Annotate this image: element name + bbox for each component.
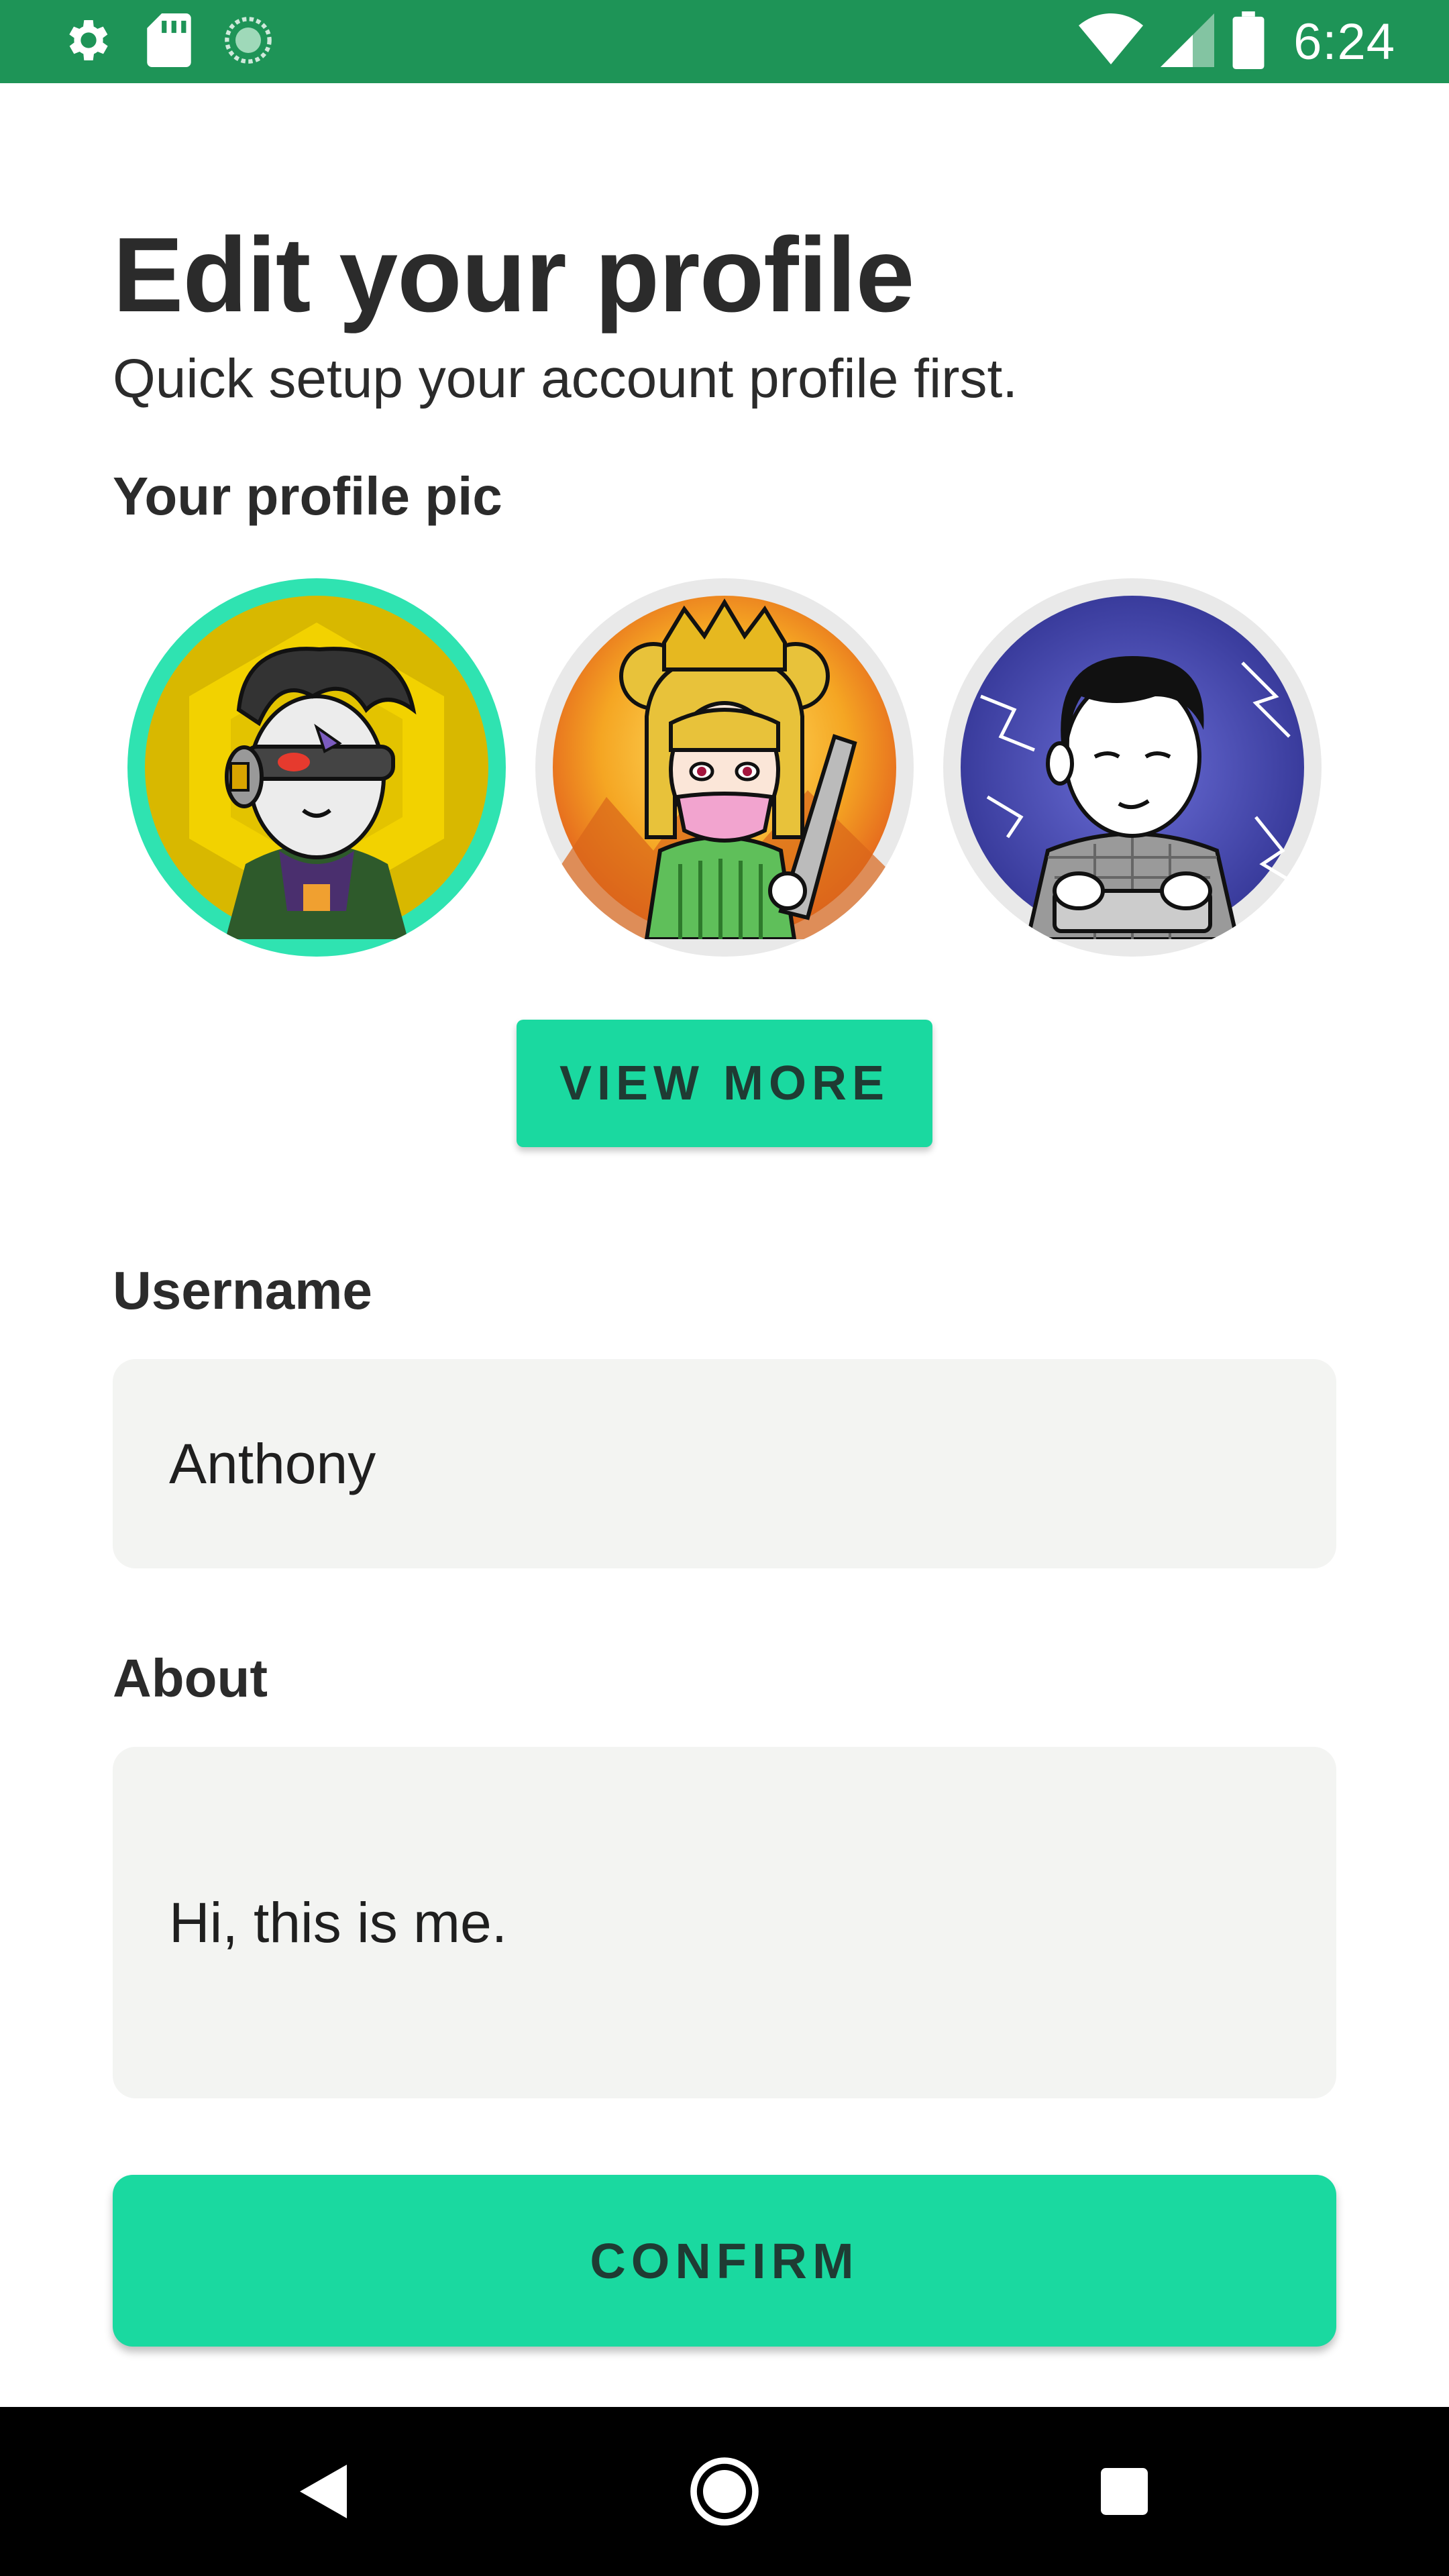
- page-title: Edit your profile: [113, 216, 914, 334]
- recents-icon[interactable]: [1077, 2445, 1171, 2538]
- sync-icon: [223, 15, 274, 69]
- username-label: Username: [113, 1260, 372, 1320]
- view-more-button[interactable]: VIEW MORE: [517, 1020, 932, 1147]
- settings-icon: [62, 13, 115, 70]
- battery-icon: [1232, 11, 1265, 72]
- sd-card-icon: [145, 13, 193, 70]
- wifi-icon: [1079, 13, 1144, 70]
- status-bar: 6:24: [0, 0, 1449, 83]
- navigation-bar: [0, 2407, 1449, 2576]
- about-value: Hi, this is me.: [169, 1890, 508, 1954]
- crowned-girl-avatar-image: [553, 596, 896, 939]
- cyborg-avatar-image: [145, 596, 488, 939]
- page-subtitle: Quick setup your account profile first.: [113, 348, 1018, 409]
- profile-pic-label: Your profile pic: [113, 466, 502, 526]
- status-left-icons: [62, 13, 274, 70]
- avatar-option-cyborg[interactable]: [127, 578, 506, 957]
- about-label: About: [113, 1648, 268, 1708]
- status-right-icons: 6:24: [1079, 11, 1395, 72]
- avatar-option-crowned-girl[interactable]: [535, 578, 914, 957]
- clock: 6:24: [1293, 13, 1395, 70]
- home-icon[interactable]: [678, 2445, 771, 2538]
- username-value: Anthony: [169, 1432, 376, 1495]
- about-textarea[interactable]: Hi, this is me.: [113, 1747, 1336, 2098]
- office-man-avatar-image: [961, 596, 1304, 939]
- back-icon[interactable]: [276, 2445, 370, 2538]
- cell-signal-icon: [1161, 13, 1215, 70]
- confirm-button[interactable]: CONFIRM: [113, 2175, 1336, 2347]
- username-input[interactable]: Anthony: [113, 1359, 1336, 1568]
- avatar-option-office-man[interactable]: [943, 578, 1322, 957]
